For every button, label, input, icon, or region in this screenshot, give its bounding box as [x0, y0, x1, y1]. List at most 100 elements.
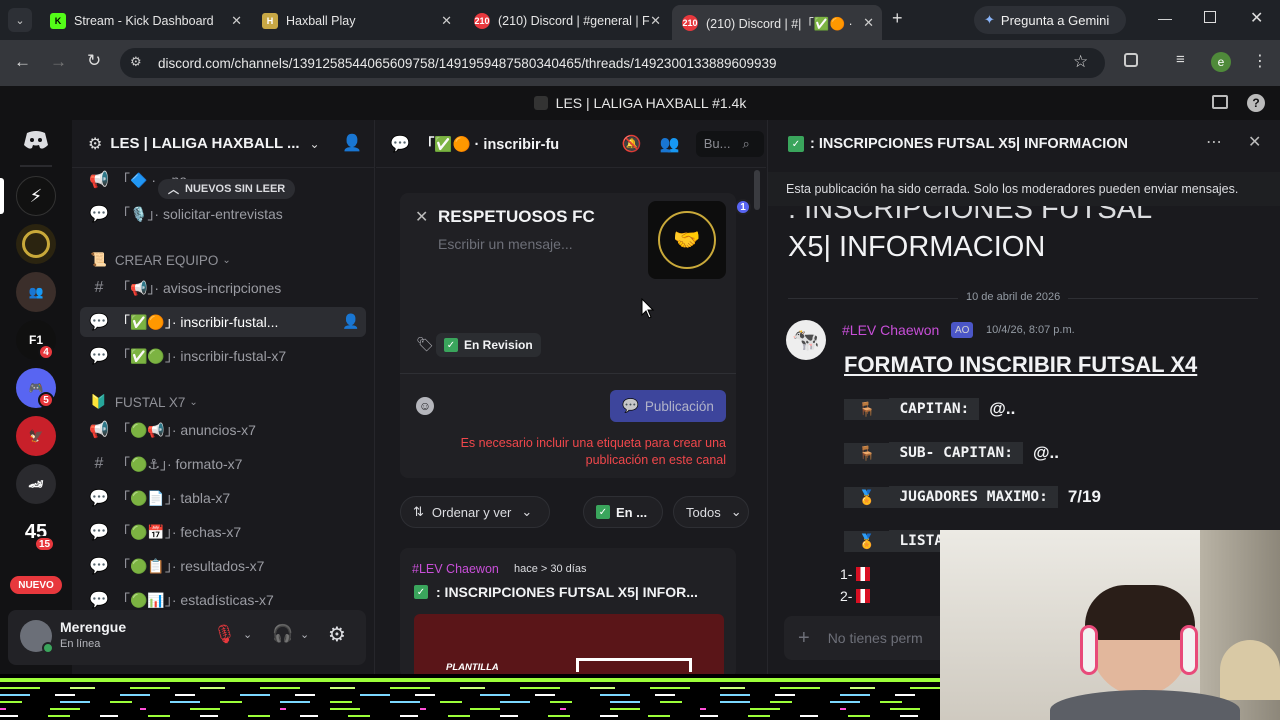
channel-item[interactable]: 📢 「🟢📢」· anuncios-x7	[80, 415, 366, 445]
notification-off-icon[interactable]: 🔕	[622, 134, 642, 154]
new-servers-pill[interactable]: NUEVO	[10, 576, 62, 594]
forum-title: 「✅🟠 · inscribir-fu	[419, 137, 560, 153]
channel-item[interactable]: 💬 「🟢📋」· resultados-x7	[80, 551, 366, 581]
close-icon[interactable]: ✕	[441, 13, 452, 29]
server-icon-racing[interactable]: 🏎	[16, 464, 56, 504]
invite-people-icon[interactable]: 👤	[342, 133, 362, 153]
close-icon[interactable]: ✕	[650, 13, 661, 29]
post-title-text: : INSCRIPCIONES FUTSAL X5| INFOR...	[436, 584, 698, 600]
new-unread-pill[interactable]: ︿ NUEVOS SIN LEER	[158, 179, 296, 199]
close-icon[interactable]: ✕	[415, 207, 428, 227]
tag-filter-label: En ...	[616, 504, 648, 520]
browser-menu-icon[interactable]: ⋮	[1252, 51, 1268, 71]
profile-avatar[interactable]: e	[1211, 52, 1231, 72]
mention-badge: 4	[38, 344, 54, 360]
server-list: ⚡ 👥 F1 4 🎮 5 🦅 🏎 45 15 NUEVO	[0, 120, 72, 674]
forum-panel: 💬 「✅🟠 · inscribir-fu 🔕 👥 Bu... ⌕ ✕ RESPE…	[376, 120, 766, 678]
server-icon-laliga[interactable]	[16, 224, 56, 264]
thread-title: : INSCRIPCIONES FUTSAL X5| INFORMACION	[810, 136, 1128, 152]
add-member-icon[interactable]: 👤	[342, 313, 359, 330]
search-input[interactable]: Bu... ⌕	[695, 130, 764, 157]
more-options-icon[interactable]: ⋯	[1206, 132, 1222, 152]
mic-muted-icon[interactable]: 🎙	[213, 624, 236, 645]
chevron-down-icon[interactable]: ⌄	[300, 628, 309, 641]
help-icon[interactable]: ?	[1247, 94, 1265, 112]
new-tab-icon[interactable]: +	[892, 8, 903, 29]
server-icon-kick-style[interactable]: ⚡	[16, 176, 56, 216]
lista-line: 🏅 LISTA	[844, 530, 954, 552]
emoji-icon[interactable]: ☺	[416, 397, 434, 415]
post-title-input[interactable]: RESPETUOSOS FC	[438, 207, 595, 227]
minimize-icon[interactable]: —	[1158, 10, 1172, 26]
forum-icon: 💬	[390, 135, 410, 153]
tag-chip[interactable]: ✓ En Revision	[436, 333, 541, 357]
tag-filter[interactable]: ✓ En ...	[583, 496, 663, 528]
message-input[interactable]: Escribir un mensaje...	[438, 236, 573, 252]
add-attachment-icon[interactable]: +	[798, 627, 810, 650]
server-icon-team-photo[interactable]: 👥	[16, 272, 56, 312]
input-placeholder: No tienes perm	[827, 630, 923, 646]
gemini-button[interactable]: ✦ Pregunta a Gemini	[974, 6, 1126, 34]
url-text: discord.com/channels/1391258544065609758…	[158, 56, 777, 71]
discord-icon: 210	[682, 14, 698, 31]
close-icon[interactable]: ✕	[231, 13, 242, 29]
forum-post-card[interactable]: #LEV Chaewon hace > 30 días ✓: INSCRIPCI…	[400, 548, 736, 678]
server-icon-benfica[interactable]: 🦅	[16, 416, 56, 456]
list-number: 1-	[840, 566, 853, 582]
channel-item[interactable]: # 「📢」· avisos-incripciones	[80, 273, 366, 303]
category-crear-equipo[interactable]: 📜 CREAR EQUIPO ⌄	[90, 252, 231, 268]
extensions-icon[interactable]	[1124, 53, 1138, 67]
server-header[interactable]: ⚙ LES | LALIGA HAXBALL ... ⌄ 👤	[72, 120, 375, 168]
reload-icon[interactable]: ↻	[87, 51, 101, 71]
message-timestamp: 10/4/26, 8:07 p.m.	[986, 324, 1075, 336]
tab-search-button[interactable]: ⌄	[8, 8, 32, 32]
channel-item[interactable]: 💬 「🟢📅」· fechas-x7	[80, 517, 366, 547]
channel-name: 「🎙️」· solicitar-entrevistas	[116, 206, 283, 222]
bookmark-star-icon[interactable]: ☆	[1073, 52, 1088, 72]
site-info-icon[interactable]: ⚙	[130, 54, 142, 70]
category-label: CREAR EQUIPO	[114, 252, 219, 268]
tag-icon[interactable]: 🏷	[416, 336, 434, 353]
channel-item[interactable]: 💬 「🎙️」· solicitar-entrevistas	[80, 199, 366, 229]
peru-flag-icon	[856, 567, 871, 581]
channel-name: 「🟢📊」· estadísticas-x7	[116, 592, 274, 608]
new-post-composer: ✕ RESPETUOSOS FC Escribir un mensaje... …	[400, 193, 751, 478]
chevron-down-icon: ⌄	[222, 254, 231, 266]
avatar[interactable]: 🐄	[786, 320, 826, 360]
attachment-thumbnail[interactable]: 🤝	[648, 201, 726, 279]
hash-icon: #	[94, 279, 104, 296]
discord-home-icon[interactable]	[16, 120, 56, 160]
error-message: Es necesario incluir una etiqueta para c…	[460, 436, 726, 467]
tab-discord-general[interactable]: 210 (210) Discord | #general | F ✕	[464, 6, 669, 36]
sort-dropdown[interactable]: ⇅ Ordenar y ver ⌄	[400, 496, 550, 528]
channel-item[interactable]: 💬 「✅🟢」· inscribir-fustal-x7	[80, 341, 366, 371]
tab-kick[interactable]: K Stream - Kick Dashboard ✕	[40, 6, 250, 36]
channel-item[interactable]: 💬 「🟢📄」· tabla-x7	[80, 483, 366, 513]
message-author[interactable]: #LEV Chaewon	[842, 322, 939, 338]
tab-discord-active[interactable]: 210 (210) Discord | #|「✅🟠 · ✕	[672, 5, 882, 40]
tab-title: Stream - Kick Dashboard	[74, 14, 214, 28]
headphones-icon[interactable]: 🎧	[272, 624, 293, 644]
forward-icon[interactable]: →	[50, 52, 67, 72]
category-fustal-x7[interactable]: 🔰 FUSTAL X7 ⌄	[90, 394, 198, 410]
online-status-dot	[42, 642, 54, 654]
inbox-icon[interactable]	[1212, 95, 1228, 109]
gear-icon[interactable]: ⚙	[328, 622, 346, 647]
scrollbar[interactable]	[754, 170, 760, 210]
close-icon[interactable]: ✕	[1248, 132, 1261, 152]
close-window-icon[interactable]: ✕	[1250, 8, 1263, 28]
all-filter-dropdown[interactable]: Todos ⌄	[673, 496, 749, 528]
publish-button[interactable]: 💬 Publicación	[610, 390, 726, 422]
channel-item[interactable]: # 「🟢⚓」· formato-x7	[80, 449, 366, 479]
channel-item-selected[interactable]: 💬 「✅🟠」· inscribir-fustal... 👤	[80, 307, 366, 337]
close-icon[interactable]: ✕	[863, 15, 874, 31]
restore-icon[interactable]	[1204, 11, 1216, 23]
chevron-down-icon[interactable]: ⌄	[243, 628, 252, 641]
members-icon[interactable]: 👥	[660, 134, 680, 154]
tab-haxball[interactable]: H Haxball Play ✕	[252, 6, 460, 36]
media-control-icon[interactable]: ≡	[1176, 51, 1185, 68]
list-item: 2-	[840, 588, 871, 604]
back-icon[interactable]: ←	[14, 52, 31, 72]
list-item: 1-	[840, 566, 871, 582]
publish-label: Publicación	[644, 398, 714, 414]
